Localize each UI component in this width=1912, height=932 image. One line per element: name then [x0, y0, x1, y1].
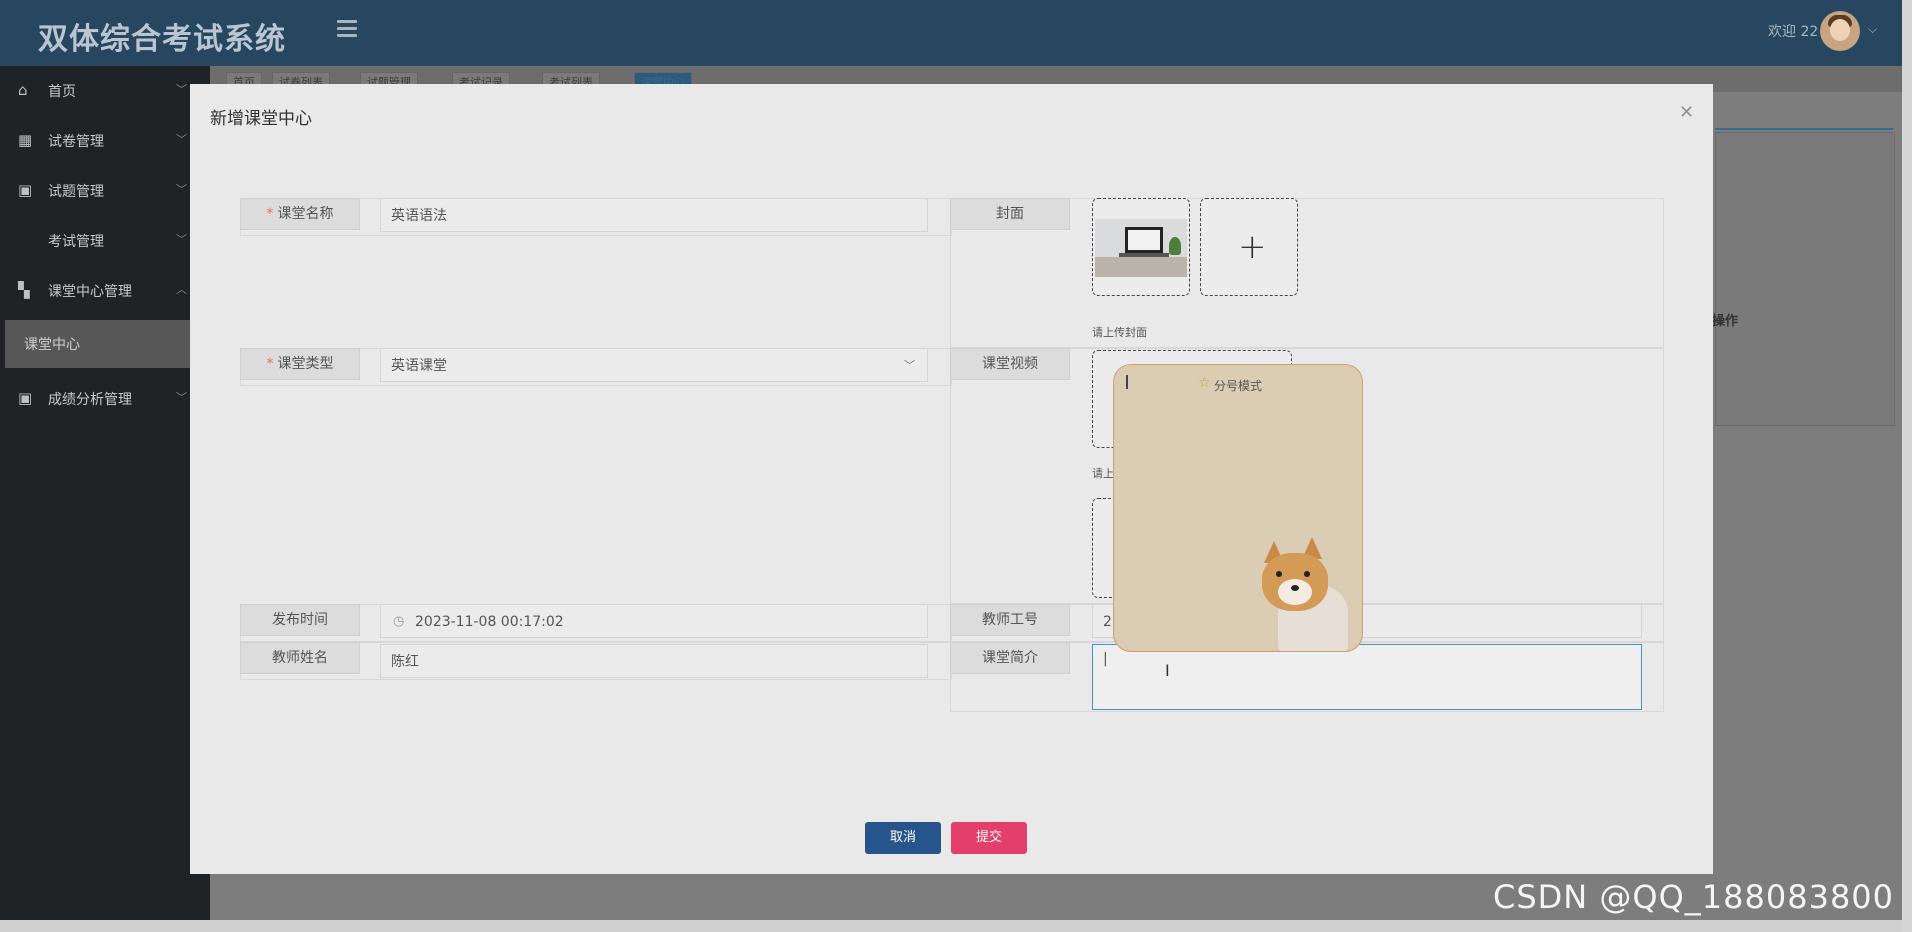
text-cursor: | — [1103, 651, 1108, 667]
star-icon: ☆ — [1198, 375, 1211, 391]
cover-image-preview[interactable] — [1092, 198, 1190, 296]
content-panel — [1715, 132, 1895, 426]
chevron-down-icon: ﹀ — [176, 83, 187, 96]
grid-icon: ▦ — [18, 131, 33, 149]
close-icon[interactable]: ✕ — [1679, 102, 1694, 123]
text-cursor-icon: I — [1165, 661, 1170, 680]
chevron-down-icon: ﹀ — [176, 133, 187, 146]
add-classroom-dialog: 新增课堂中心 ✕ * 课堂名称 英语语法 * 课堂类型 英语课堂 ﹀ 发布时间 ◷ … — [190, 84, 1713, 874]
submit-button[interactable]: 提交 — [951, 822, 1027, 854]
chevron-down-icon: ﹀ — [176, 391, 187, 404]
teacher-id-label: 教师工号 — [950, 604, 1070, 636]
teacher-name-input[interactable]: 陈红 — [380, 644, 928, 678]
text-cursor — [1126, 375, 1128, 389]
briefcase-icon: ▣ — [18, 181, 33, 199]
sidebar-item-exams[interactable]: 考试管理 ﹀ — [0, 216, 190, 266]
laptop-image — [1095, 219, 1187, 277]
table-header-actions: 操作 — [1712, 314, 1739, 329]
course-name-label: * 课堂名称 — [240, 198, 360, 230]
cover-hint: 请上传封面 — [1092, 326, 1147, 339]
sidebar-item-home[interactable]: ⌂ 首页 ﹀ — [0, 66, 190, 116]
sidebar-item-label: 成绩分析管理 — [48, 392, 132, 408]
sidebar-item-classroom[interactable]: ▚ 课堂中心管理 ︿ — [0, 266, 190, 316]
divider — [1715, 128, 1893, 130]
intro-textarea[interactable]: | I — [1092, 644, 1642, 710]
chevron-up-icon: ︿ — [176, 283, 187, 296]
app-title: 双体综合考试系统 — [38, 22, 286, 57]
course-name-input[interactable]: 英语语法 — [380, 198, 928, 232]
home-icon: ⌂ — [18, 81, 28, 99]
sidebar-item-label: 考试管理 — [48, 234, 104, 250]
plus-icon: + — [1238, 227, 1267, 267]
sidebar-item-scores[interactable]: ▣ 成绩分析管理 ﹀ — [0, 374, 190, 424]
sidebar-item-label: 课堂中心管理 — [48, 284, 132, 300]
dialog-title: 新增课堂中心 — [210, 109, 312, 129]
briefcase-icon: ▣ — [18, 389, 33, 407]
cancel-button[interactable]: 取消 — [865, 822, 941, 854]
intro-label: 课堂简介 — [950, 642, 1070, 674]
sidebar-item-label: 试题管理 — [48, 184, 104, 200]
video-hint: 请上 — [1092, 467, 1114, 480]
ime-popup[interactable]: ☆ 分号模式 — [1113, 364, 1363, 652]
watermark: CSDN @QQ_188083800 — [1493, 878, 1895, 916]
sidebar-item-papers[interactable]: ▦ 试卷管理 ﹀ — [0, 116, 190, 166]
publish-time-label: 发布时间 — [240, 604, 360, 636]
course-type-value: 英语课堂 — [391, 358, 447, 374]
menu-toggle-icon[interactable] — [337, 20, 357, 38]
sidebar-item-label: 试卷管理 — [48, 134, 104, 150]
status-strip — [0, 920, 1912, 932]
popup-title: 分号模式 — [1214, 379, 1263, 393]
chevron-down-icon: ﹀ — [904, 359, 915, 372]
sidebar-subitem-classroom-center[interactable]: 课堂中心 — [5, 320, 190, 368]
cover-upload-button[interactable]: + — [1200, 198, 1298, 296]
shiba-dog-image — [1248, 535, 1358, 651]
sidebar-item-label: 首页 — [48, 84, 76, 100]
chevron-down-icon: ﹀ — [176, 183, 187, 196]
chevron-down-icon: ﹀ — [176, 233, 187, 246]
publish-time-picker[interactable]: ◷ 2023-11-08 00:17:02 — [380, 604, 928, 638]
course-type-label: * 课堂类型 — [240, 348, 360, 380]
dashboard-icon: ▚ — [18, 281, 30, 299]
welcome-text: 欢迎 22 — [1768, 24, 1819, 40]
cover-label: 封面 — [950, 198, 1070, 230]
course-type-select[interactable]: 英语课堂 ﹀ — [380, 348, 928, 382]
avatar[interactable] — [1820, 11, 1860, 51]
video-label: 课堂视频 — [950, 348, 1070, 380]
sidebar-item-label: 课堂中心 — [24, 337, 80, 353]
sidebar-item-questions[interactable]: ▣ 试题管理 ﹀ — [0, 166, 190, 216]
chevron-down-icon[interactable]: ⌵ — [1868, 22, 1877, 37]
scrollbar[interactable] — [1902, 0, 1912, 932]
teacher-name-label: 教师姓名 — [240, 642, 360, 674]
clock-icon: ◷ — [393, 614, 405, 629]
publish-time-value: 2023-11-08 00:17:02 — [415, 614, 564, 630]
sidebar: ⌂ 首页 ﹀ ▦ 试卷管理 ﹀ ▣ 试题管理 ﹀ 考试管理 ﹀ ▚ 课堂中心管理… — [0, 66, 210, 932]
